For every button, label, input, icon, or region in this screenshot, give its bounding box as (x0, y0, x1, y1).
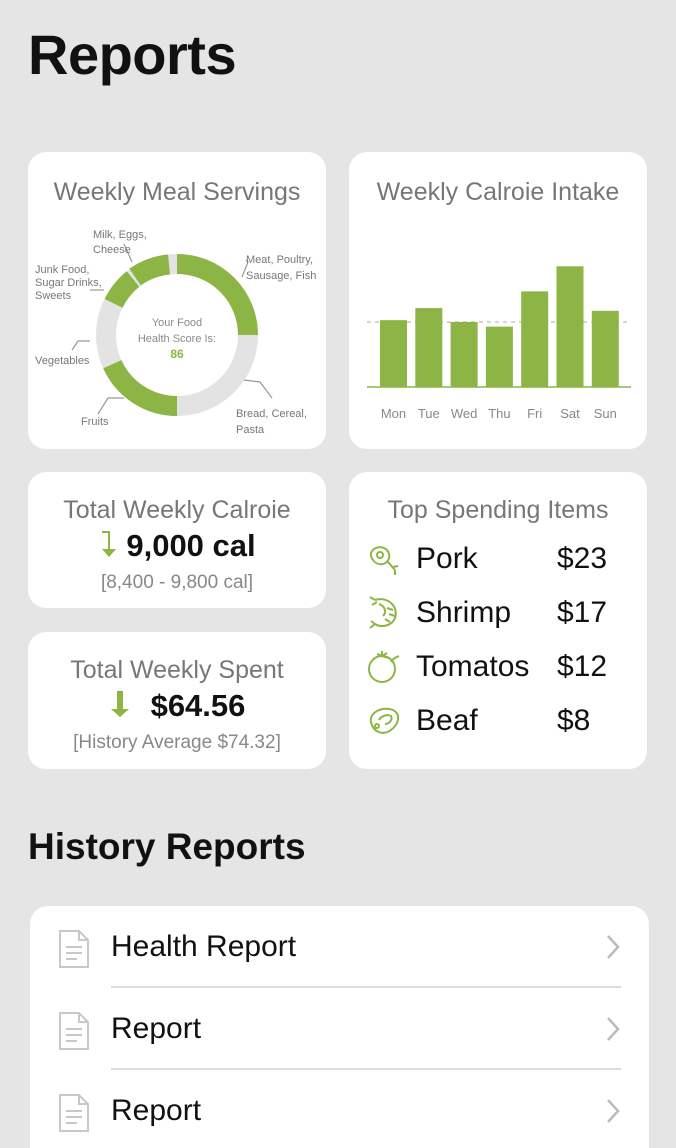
leader-veg (71, 340, 90, 351)
tomato-icon (365, 648, 403, 691)
x-tick-label: Thu (488, 406, 510, 421)
document-icon (57, 1011, 91, 1056)
pork-icon (365, 540, 403, 583)
spending-item-price: $12 (557, 650, 608, 683)
calorie-intake-card[interactable]: Weekly Calroie Intake Mon Tue Wed Thu Fri Sat… (349, 152, 647, 449)
label-fruits: Fruits (81, 416, 109, 428)
history-report-label: Health Report (111, 930, 297, 963)
spending-item-price: $8 (557, 704, 591, 737)
arrow-down-icon (109, 689, 131, 727)
leader-fruits (97, 397, 124, 415)
top-spending-card[interactable]: Top Spending Items Pork $23 Shrimp $17 T… (349, 472, 647, 769)
history-report-label: Report (111, 1012, 202, 1045)
spending-item[interactable]: Pork $23 (365, 534, 631, 584)
spending-item-price: $23 (557, 542, 608, 575)
donut-segment-milk (129, 254, 171, 286)
spending-item-name: Tomatos (416, 650, 530, 683)
label-bread-line1: Bread, Cereal, (236, 408, 307, 420)
total-spent-title: Total Weekly Spent (70, 656, 284, 684)
x-tick-label: Fri (527, 406, 542, 421)
spending-item[interactable]: Shrimp $17 (365, 588, 631, 638)
health-score-value: 86 (170, 347, 184, 361)
document-icon (57, 1093, 91, 1138)
bar-thu (485, 326, 513, 387)
label-meat-line1: Meat, Poultry, (246, 254, 313, 266)
document-icon (57, 929, 91, 974)
label-junk-line3: Sweets (35, 290, 72, 302)
spending-item-price: $17 (557, 596, 608, 629)
x-tick-label: Wed (451, 406, 478, 421)
total-spent-value: $64.56 (150, 688, 246, 723)
total-calorie-range: [8,400 - 9,800 cal] (100, 572, 254, 593)
page-title: Reports (28, 23, 237, 86)
label-milk-line1: Milk, Eggs, (93, 229, 147, 241)
spending-item-name: Shrimp (416, 596, 512, 629)
label-junk-line1: Junk Food, (35, 264, 89, 276)
total-calorie-title: Total Weekly Calroie (63, 496, 291, 524)
meal-servings-title: Weekly Meal Servings (53, 178, 301, 206)
shrimp-icon (365, 594, 403, 637)
label-junk-line2: Sugar Drinks, (35, 277, 102, 289)
label-vegetables: Vegetables (35, 355, 90, 367)
bar-tue (415, 308, 443, 387)
arrow-down-icon (98, 529, 120, 567)
bar-mon (380, 320, 407, 387)
chevron-right-icon (605, 933, 621, 966)
calorie-intake-bar-chart: Mon Tue Wed Thu Fri Sat Sun (367, 266, 631, 421)
spending-item-name: Beaf (416, 704, 478, 737)
total-calorie-value: 9,000 cal (126, 528, 256, 563)
history-section-title: History Reports (28, 826, 306, 867)
spending-item-name: Pork (416, 542, 478, 575)
chevron-right-icon (605, 1097, 621, 1130)
meal-servings-card[interactable]: Your Food Health Score Is: 86 Milk, Eggs… (28, 152, 326, 449)
x-tick-label: Sat (560, 406, 580, 421)
donut-center-line1: Your Food (152, 317, 202, 329)
spending-item[interactable]: Beaf $8 (365, 696, 631, 746)
bar-wed (450, 322, 478, 387)
donut-segment-junk (104, 271, 140, 309)
donut-center-line2: Health Score Is: (138, 333, 216, 345)
x-tick-label: Tue (418, 406, 440, 421)
chevron-right-icon (605, 1015, 621, 1048)
history-report-item[interactable]: Health Report (30, 906, 649, 988)
label-bread-line2: Pasta (236, 424, 265, 436)
donut-segment-fruits (103, 359, 178, 416)
history-report-item[interactable]: Report (30, 1070, 649, 1148)
total-spent-value-row: $64.56 (28, 688, 326, 727)
spending-item[interactable]: Tomatos $12 (365, 642, 631, 692)
top-spending-title: Top Spending Items (387, 496, 609, 524)
total-spent-card[interactable]: Total Weekly Spent $64.56 [History Avera… (28, 632, 326, 769)
history-report-label: Report (111, 1094, 202, 1127)
total-spent-range: [History Average $74.32] (73, 732, 281, 753)
x-tick-label: Mon (381, 406, 406, 421)
history-report-item[interactable]: Report (30, 988, 649, 1070)
total-calorie-card[interactable]: Total Weekly Calroie 9,000 cal [8,400 - … (28, 472, 326, 608)
bar-sun (591, 310, 619, 387)
history-reports-list: Health Report Report Report (30, 906, 649, 1148)
bar-fri (521, 291, 549, 387)
x-tick-label: Sun (594, 406, 617, 421)
bar-sat (556, 266, 584, 387)
label-milk-line2: Cheese (93, 244, 131, 256)
beef-icon (365, 702, 403, 745)
label-meat-line2: Sausage, Fish (246, 270, 316, 282)
total-calorie-value-row: 9,000 cal (28, 528, 326, 567)
leader-bread (243, 379, 273, 399)
